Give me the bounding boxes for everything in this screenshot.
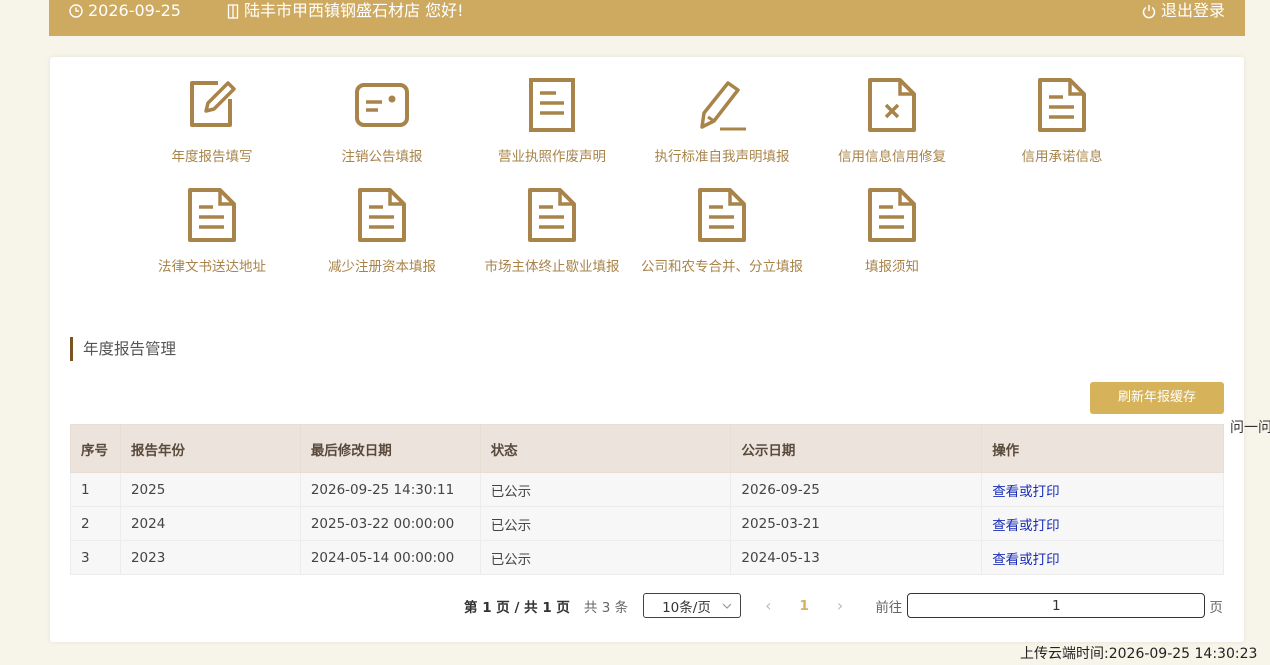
- column-header: 报告年份: [119, 424, 301, 473]
- upload-time: 上传云端时间:2026-09-25 14:30:23: [1020, 646, 1258, 662]
- tile-label: 年度报告填写: [171, 149, 253, 165]
- table-cell: 2024-05-13: [730, 540, 983, 575]
- document-x-icon: [868, 78, 916, 132]
- edit-icon: [190, 81, 236, 127]
- tile-label: 填报须知: [865, 259, 919, 275]
- table-header-row: 序号 报告年份 最后修改日期 状态 公示日期 操作: [70, 424, 1224, 473]
- column-header: 序号: [70, 424, 121, 473]
- pagination: 第 1 页 / 共 1 页 共 3 条 10条/页 ‹ 1 › 前往 1 页: [464, 592, 1223, 619]
- table-cell: 查看或打印: [981, 472, 1224, 507]
- goto-label: 前往: [875, 599, 903, 616]
- table-cell: 2023: [119, 540, 301, 575]
- tile-filing-instructions[interactable]: 填报须知: [807, 187, 977, 275]
- top-bar: 2026-09-25 陆丰市甲西镇钢盛石材店 您好! 退出登录: [49, 0, 1245, 36]
- door-icon: [227, 3, 239, 19]
- table-cell: 2025-03-21: [730, 506, 983, 541]
- table-cell: 已公示: [479, 506, 732, 541]
- tile-label: 减少注册资本填报: [328, 259, 436, 275]
- table-cell: 已公示: [479, 472, 732, 507]
- tile-legal-address[interactable]: 法律文书送达地址: [127, 187, 297, 275]
- page-size-value: 10条/页: [662, 599, 711, 616]
- table-cell: 查看或打印: [981, 540, 1224, 575]
- table-cell: 1: [70, 472, 121, 507]
- tile-label: 市场主体终止歇业填报: [484, 259, 620, 275]
- table-cell: 2: [70, 506, 121, 541]
- table-cell: 2026-09-25 14:30:11: [299, 472, 481, 507]
- view-print-link[interactable]: 查看或打印: [992, 518, 1060, 534]
- table-row: 3 2023 2024-05-14 00:00:00 已公示 2024-05-1…: [70, 540, 1224, 575]
- section-title: 年度报告管理: [70, 337, 176, 361]
- table-cell: 已公示: [479, 540, 732, 575]
- tile-standard-declaration[interactable]: 执行标准自我声明填报: [637, 77, 807, 165]
- table-cell: 查看或打印: [981, 506, 1224, 541]
- page-summary: 第 1 页 / 共 1 页: [464, 599, 570, 616]
- logout-button[interactable]: 退出登录: [1142, 0, 1225, 22]
- tile-label: 信用承诺信息: [1021, 149, 1103, 165]
- document-icon: [528, 188, 576, 242]
- tile-label: 公司和农专合并、分立填报: [641, 259, 803, 275]
- table-cell: 2024-05-14 00:00:00: [299, 540, 481, 575]
- table-row: 2 2024 2025-03-22 00:00:00 已公示 2025-03-2…: [70, 506, 1224, 541]
- document-icon: [358, 188, 406, 242]
- tile-annual-report-fill[interactable]: 年度报告填写: [127, 77, 297, 165]
- welcome-text: 陆丰市甲西镇钢盛石材店 您好!: [244, 1, 464, 20]
- tile-license-void[interactable]: 营业执照作废声明: [467, 77, 637, 165]
- tile-label: 执行标准自我声明填报: [654, 149, 790, 165]
- tile-cancellation-notice[interactable]: 注销公告填报: [297, 77, 467, 165]
- tile-label: 营业执照作废声明: [498, 149, 606, 165]
- document-icon: [529, 78, 575, 132]
- document-icon: [188, 188, 236, 242]
- tile-label: 注销公告填报: [341, 149, 423, 165]
- view-print-link[interactable]: 查看或打印: [992, 552, 1060, 568]
- document-icon: [868, 188, 916, 242]
- annual-report-table: 序号 报告年份 最后修改日期 状态 公示日期 操作 1 2025 2026-09…: [70, 424, 1224, 575]
- document-icon: [698, 188, 746, 242]
- table-cell: 2025: [119, 472, 301, 507]
- total-count: 共 3 条: [583, 599, 629, 616]
- tile-credit-repair[interactable]: 信用信息信用修复: [807, 77, 977, 165]
- column-header: 最后修改日期: [299, 424, 481, 473]
- table-cell: 2026-09-25: [730, 472, 983, 507]
- column-header: 公示日期: [730, 424, 983, 473]
- welcome-message: 陆丰市甲西镇钢盛石材店 您好!: [227, 0, 464, 22]
- page-size-select[interactable]: 10条/页: [643, 593, 742, 618]
- table-row: 1 2025 2026-09-25 14:30:11 已公示 2026-09-2…: [70, 472, 1224, 507]
- clock-icon: [69, 4, 83, 18]
- tile-capital-reduction[interactable]: 减少注册资本填报: [297, 187, 467, 275]
- next-page-button[interactable]: ›: [837, 596, 843, 615]
- main-panel: 年度报告填写 注销公告填报 营业执照作废声明 执行标准自我声明填报 信用信息信用…: [50, 57, 1244, 642]
- tile-credit-commitment[interactable]: 信用承诺信息: [977, 77, 1147, 165]
- page-number-current[interactable]: 1: [800, 598, 809, 614]
- goto-page-input[interactable]: 1: [907, 593, 1206, 618]
- tile-business-termination[interactable]: 市场主体终止歇业填报: [467, 187, 637, 275]
- table-cell: 2024: [119, 506, 301, 541]
- table-cell: 3: [70, 540, 121, 575]
- pencil-icon: [700, 81, 746, 131]
- date-text: 2026-09-25: [88, 1, 181, 20]
- tile-label: 信用信息信用修复: [838, 149, 946, 165]
- table-cell: 2025-03-22 00:00:00: [299, 506, 481, 541]
- id-card-icon: [355, 83, 409, 127]
- tile-merger-division[interactable]: 公司和农专合并、分立填报: [637, 187, 807, 275]
- prev-page-button[interactable]: ‹: [765, 596, 771, 615]
- column-header: 操作: [981, 424, 1224, 473]
- logout-label: 退出登录: [1160, 1, 1225, 20]
- date-display: 2026-09-25: [69, 0, 181, 22]
- refresh-cache-button[interactable]: 刷新年报缓存: [1090, 382, 1224, 414]
- power-icon: [1142, 4, 1156, 18]
- column-header: 状态: [479, 424, 732, 473]
- document-icon: [1038, 78, 1086, 132]
- view-print-link[interactable]: 查看或打印: [992, 484, 1060, 500]
- chevron-down-icon: [722, 603, 732, 609]
- page-suffix: 页: [1209, 599, 1223, 616]
- ask-widget[interactable]: 问一问: [1230, 417, 1270, 437]
- tile-label: 法律文书送达地址: [158, 259, 266, 275]
